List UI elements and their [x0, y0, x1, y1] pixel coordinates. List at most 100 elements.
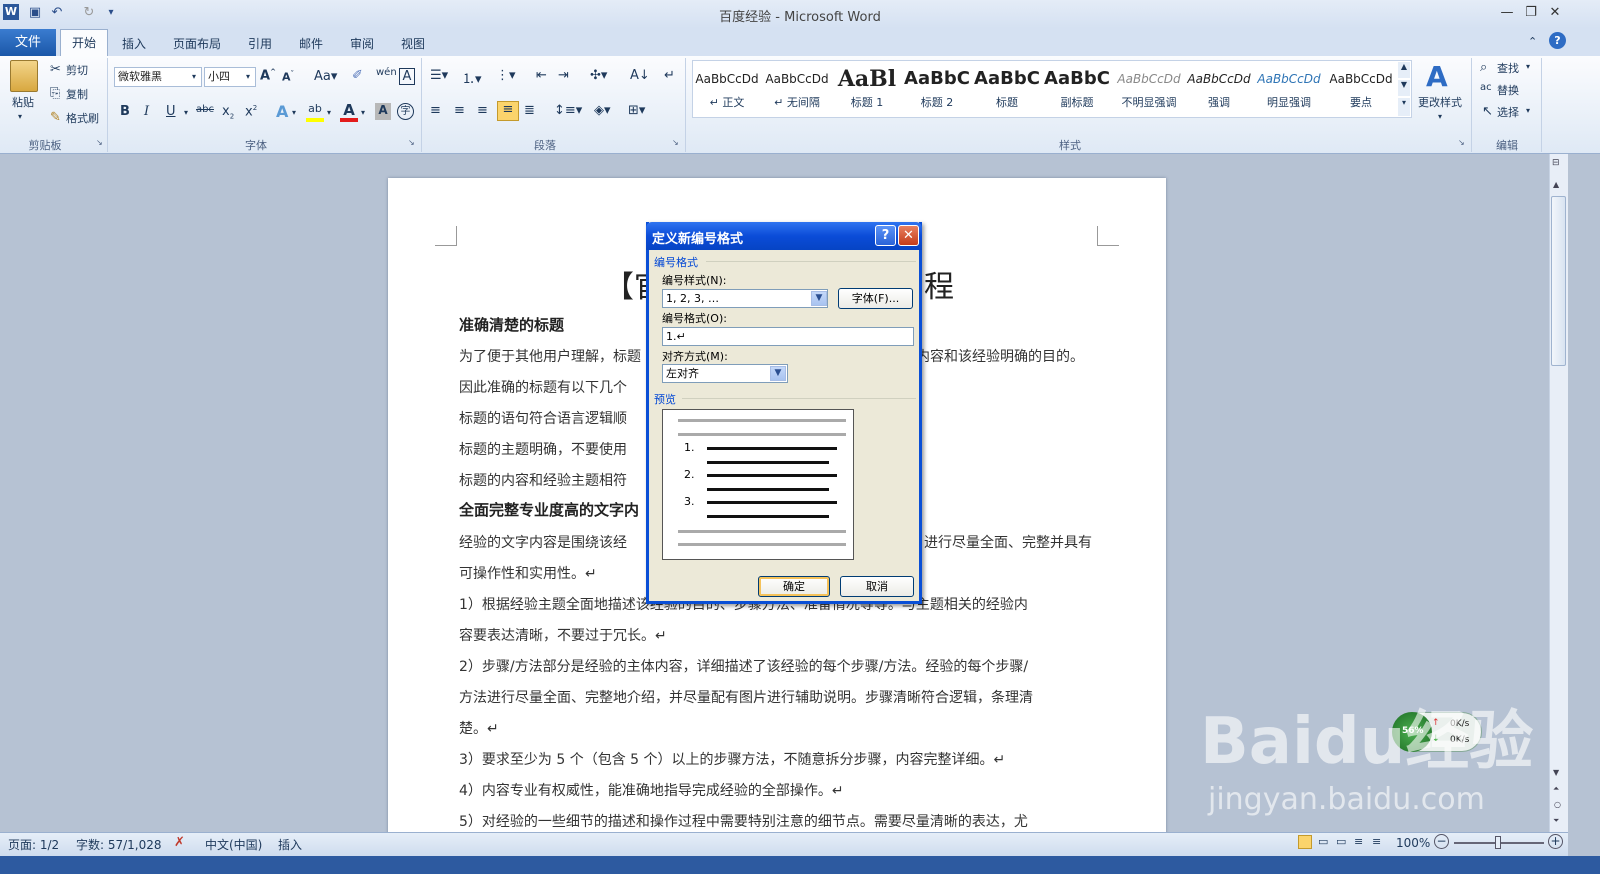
tab-view[interactable]: 视图 — [391, 32, 435, 56]
tab-home[interactable]: 开始 — [60, 29, 108, 57]
zoom-out-icon[interactable]: − — [1434, 834, 1449, 849]
style-emphasis[interactable]: AaBbCcDd 强调 — [1184, 64, 1254, 116]
paste-icon[interactable] — [10, 60, 38, 92]
change-case-icon[interactable]: Aa▾ — [314, 69, 337, 84]
minimize-ribbon-icon[interactable]: ⌃ — [1528, 35, 1537, 48]
help-icon[interactable]: ? — [1549, 32, 1566, 49]
find-dropdown-icon[interactable]: ▾ — [1526, 62, 1530, 71]
font-color-dropdown-icon[interactable]: ▾ — [361, 108, 365, 117]
paragraph-line[interactable]: 标题的主题明确，不要使用 — [459, 439, 627, 459]
shading-icon[interactable]: ◈▾ — [594, 103, 611, 118]
select-dropdown-icon[interactable]: ▾ — [1526, 106, 1530, 115]
strikethrough-icon[interactable]: abc — [196, 104, 214, 115]
highlight-dropdown-icon[interactable]: ▾ — [327, 108, 331, 117]
replace-icon[interactable]: ac — [1480, 82, 1492, 93]
paragraph-line[interactable]: 因此准确的标题有以下几个 — [459, 377, 627, 397]
text-effects-dropdown-icon[interactable]: ▾ — [292, 108, 296, 117]
bullets-icon[interactable]: ☰▾ — [430, 68, 448, 83]
paragraph-launcher-icon[interactable]: ↘ — [672, 138, 679, 147]
chinese-layout-icon[interactable]: ✣▾ — [590, 68, 607, 83]
language-status[interactable]: 中文(中国) — [205, 836, 262, 853]
restore-button[interactable]: ❐ — [1520, 4, 1542, 22]
styles-scroll-down-icon[interactable]: ▼ — [1398, 80, 1410, 96]
paragraph-line[interactable]: 方法进行尽量全面、完整地介绍，并尽量配有图片进行辅助说明。步骤清晰符合逻辑，条理… — [459, 687, 1033, 707]
change-styles-dropdown-icon[interactable]: ▾ — [1438, 112, 1442, 121]
distributed-icon[interactable]: ≣ — [524, 103, 535, 118]
text-effects-icon[interactable]: A — [276, 102, 288, 121]
cancel-button[interactable]: 取消 — [840, 576, 914, 597]
paragraph-line[interactable]: 5）对经验的一些细节的描述和操作过程中需要特别注意的细节点。需要尽量清晰的表达，… — [459, 811, 1028, 831]
paragraph-line[interactable]: 2）步骤/方法部分是经验的主体内容，详细描述了该经验的每个步骤/方法。经验的每个… — [459, 656, 1028, 676]
styles-more-icon[interactable]: ▾ — [1398, 98, 1410, 116]
find-button[interactable]: 查找 — [1497, 62, 1519, 76]
paragraph-line[interactable]: 经验的文字内容是围绕该经 — [459, 532, 627, 552]
paragraph-line[interactable]: 为了便于其他用户理解，标题 — [459, 346, 641, 366]
font-family-select[interactable]: 微软雅黑 — [114, 67, 202, 87]
underline-dropdown-icon[interactable]: ▾ — [184, 108, 188, 117]
tab-review[interactable]: 审阅 — [340, 32, 384, 56]
font-launcher-icon[interactable]: ↘ — [408, 138, 415, 147]
paragraph-line[interactable]: 楚。↵ — [459, 718, 499, 738]
page-count-status[interactable]: 页面: 1/2 — [8, 836, 59, 853]
word-count-status[interactable]: 字数: 57/1,028 — [76, 836, 162, 853]
ruler-toggle-icon[interactable]: ⊟ — [1552, 158, 1565, 174]
number-style-select[interactable]: 1, 2, 3, … — [662, 289, 828, 308]
style-subtitle[interactable]: AaBbC 副标题 — [1042, 64, 1112, 116]
character-border-icon[interactable]: A — [399, 68, 415, 85]
grow-font-icon[interactable]: A^ — [260, 68, 276, 83]
align-left-icon[interactable]: ≡ — [430, 103, 441, 118]
borders-icon[interactable]: ⊞▾ — [628, 103, 645, 118]
styles-scroll-up-icon[interactable]: ▲ — [1398, 62, 1410, 78]
font-family-dropdown-icon[interactable]: ▾ — [192, 72, 196, 81]
copy-button[interactable]: 复制 — [66, 88, 88, 102]
draft-view-icon[interactable]: ≡ — [1372, 835, 1381, 848]
styles-launcher-icon[interactable]: ↘ — [1458, 138, 1465, 147]
italic-icon[interactable]: I — [144, 104, 149, 119]
style-no-spacing[interactable]: AaBbCcDd ↵ 无间隔 — [762, 64, 832, 116]
zoom-slider-thumb[interactable] — [1495, 836, 1501, 849]
style-subtle-emphasis[interactable]: AaBbCcDd 不明显强调 — [1114, 64, 1184, 116]
paragraph-line[interactable]: 内容和该经验明确的目的。 — [916, 346, 1084, 366]
proofing-icon[interactable]: ✗ — [174, 835, 185, 850]
align-right-icon[interactable]: ≡ — [477, 103, 488, 118]
print-layout-view-icon[interactable] — [1298, 835, 1312, 849]
scroll-thumb[interactable] — [1551, 196, 1566, 366]
bold-icon[interactable]: B — [120, 104, 130, 119]
highlight-icon[interactable]: ab — [306, 102, 324, 122]
outline-view-icon[interactable]: ≡ — [1354, 835, 1363, 848]
line-spacing-icon[interactable]: ↕≡▾ — [554, 103, 582, 118]
style-normal[interactable]: AaBbCcDd ↵ 正文 — [692, 64, 762, 116]
underline-icon[interactable]: U — [166, 104, 176, 119]
font-color-icon[interactable]: A — [340, 101, 358, 122]
tab-file[interactable]: 文件 — [0, 29, 56, 56]
format-painter-button[interactable]: 格式刷 — [66, 112, 99, 126]
clipboard-launcher-icon[interactable]: ↘ — [96, 138, 103, 147]
style-heading-1[interactable]: AaBl 标题 1 — [832, 64, 902, 116]
clear-formatting-icon[interactable]: ✐ — [352, 68, 363, 83]
tab-mailings[interactable]: 邮件 — [289, 32, 333, 56]
font-size-dropdown-icon[interactable]: ▾ — [246, 72, 250, 81]
web-layout-view-icon[interactable]: ▭ — [1336, 835, 1346, 848]
change-styles-button[interactable]: 更改样式 — [1418, 96, 1462, 110]
enclose-characters-icon[interactable]: 字 — [397, 103, 414, 120]
paste-dropdown-icon[interactable]: ▾ — [18, 112, 22, 121]
previous-page-icon[interactable]: ⏶ — [1553, 784, 1559, 794]
style-heading-2[interactable]: AaBbC 标题 2 — [902, 64, 972, 116]
decrease-indent-icon[interactable]: ⇤ — [536, 68, 547, 83]
change-styles-icon[interactable]: A — [1426, 60, 1448, 93]
select-icon[interactable]: ↖ — [1482, 104, 1493, 119]
paste-button[interactable]: 粘贴 — [12, 96, 34, 110]
tab-page-layout[interactable]: 页面布局 — [163, 32, 231, 56]
font-button[interactable]: 字体(F)... — [838, 288, 913, 309]
paragraph-line[interactable]: 可操作性和实用性。↵ — [459, 563, 597, 583]
tab-insert[interactable]: 插入 — [112, 32, 156, 56]
insert-mode-status[interactable]: 插入 — [278, 836, 302, 853]
heading-complete-content[interactable]: 全面完整专业度高的文字内 — [459, 499, 639, 520]
full-screen-reading-view-icon[interactable]: ▭ — [1318, 835, 1328, 848]
align-center-icon[interactable]: ≡ — [454, 103, 465, 118]
style-title[interactable]: AaBbC 标题 — [972, 64, 1042, 116]
find-icon[interactable]: ⌕ — [1480, 60, 1487, 75]
paragraph-line[interactable]: 容要表达清晰，不要过于冗长。↵ — [459, 625, 667, 645]
scroll-down-icon[interactable]: ▼ — [1553, 768, 1559, 777]
document-title-right[interactable]: 程 — [924, 262, 954, 306]
